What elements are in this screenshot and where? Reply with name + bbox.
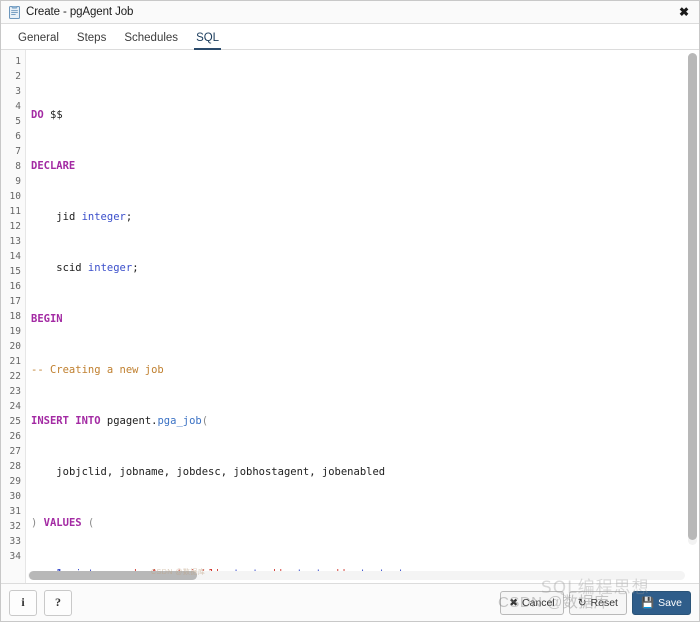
line-number: 3 <box>15 86 21 97</box>
line-number: 19 <box>9 326 21 337</box>
reset-button[interactable]: ↻ Reset <box>568 590 627 615</box>
line-number: 20 <box>9 341 21 352</box>
code-line: DECLARE <box>31 160 76 172</box>
line-number: 1 <box>15 56 21 67</box>
sql-editor-panel: 1 2 3 4 5 6 7 8 9 10 11 12 13 14 15 16 1… <box>1 50 699 583</box>
line-number: 18 <box>9 311 21 322</box>
line-number: 8 <box>15 161 21 172</box>
save-button-label: Save <box>658 596 682 609</box>
line-number: 24 <box>9 401 21 412</box>
dialog-titlebar: Create - pgAgent Job ✖ <box>1 1 699 24</box>
line-number: 31 <box>9 506 21 517</box>
cancel-button[interactable]: ✖ Cancel <box>500 590 564 615</box>
scrollbar-thumb[interactable] <box>688 53 697 540</box>
line-number: 12 <box>9 221 21 232</box>
line-number: 21 <box>9 356 21 367</box>
dialog-footer: i ? ✖ Cancel ↻ Reset 💾 Save <box>1 583 699 621</box>
line-number: 17 <box>9 296 21 307</box>
line-number: 14 <box>9 251 21 262</box>
create-pgagent-job-dialog: Create - pgAgent Job ✖ General Steps Sch… <box>0 0 700 622</box>
reset-icon: ↻ <box>577 596 587 609</box>
line-number: 25 <box>9 416 21 427</box>
line-number: 34 <box>9 551 21 562</box>
dialog-tabbar: General Steps Schedules SQL <box>1 24 699 50</box>
line-number: 32 <box>9 521 21 532</box>
line-number: 29 <box>9 476 21 487</box>
code-line: -- Creating a new job <box>31 364 164 376</box>
line-number: 28 <box>9 461 21 472</box>
editor-horizontal-scrollbar[interactable] <box>28 571 685 580</box>
line-number: 11 <box>9 206 21 217</box>
line-number: 30 <box>9 491 21 502</box>
line-number-gutter: 1 2 3 4 5 6 7 8 9 10 11 12 13 14 15 16 1… <box>1 50 26 583</box>
line-number: 26 <box>9 431 21 442</box>
line-number: 27 <box>9 446 21 457</box>
cancel-icon: ✖ <box>509 596 519 609</box>
line-number: 16 <box>9 281 21 292</box>
code-line: jid integer; <box>56 211 133 223</box>
document-icon <box>9 5 20 19</box>
help-button[interactable]: ? <box>44 589 72 616</box>
line-number: 15 <box>9 266 21 277</box>
line-number: 7 <box>15 146 21 157</box>
sql-editor[interactable]: 1 2 3 4 5 6 7 8 9 10 11 12 13 14 15 16 1… <box>1 50 699 583</box>
line-number: 5 <box>15 116 21 127</box>
code-line: INSERT INTO pgagent.pga_job( <box>31 415 209 427</box>
save-button[interactable]: 💾 Save <box>631 590 691 615</box>
line-number: 22 <box>9 371 21 382</box>
dialog-title: Create - pgAgent Job <box>26 6 134 18</box>
line-number: 33 <box>9 536 21 547</box>
code-line: BEGIN <box>31 313 63 325</box>
tab-steps[interactable]: Steps <box>68 31 115 49</box>
cancel-button-label: Cancel <box>522 596 555 609</box>
tab-schedules[interactable]: Schedules <box>115 31 187 49</box>
line-number: 9 <box>15 176 21 187</box>
code-line: ) VALUES ( <box>31 517 95 529</box>
tab-sql[interactable]: SQL <box>187 31 228 50</box>
editor-vertical-scrollbar[interactable] <box>688 53 697 545</box>
close-icon[interactable]: ✖ <box>677 5 691 19</box>
line-number: 13 <box>9 236 21 247</box>
footer-action-buttons: ✖ Cancel ↻ Reset 💾 Save <box>500 590 691 615</box>
line-number: 2 <box>15 71 21 82</box>
code-line: DO $$ <box>31 109 63 121</box>
save-icon: 💾 <box>640 597 655 609</box>
line-number: 6 <box>15 131 21 142</box>
code-line: scid integer; <box>56 262 139 274</box>
code-line: jobjclid, jobname, jobdesc, jobhostagent… <box>56 466 386 478</box>
tab-general[interactable]: General <box>9 31 68 49</box>
sql-code-content[interactable]: DO $$ DECLARE jid integer; scid integer;… <box>26 50 699 583</box>
reset-button-label: Reset <box>590 596 618 609</box>
info-button[interactable]: i <box>9 589 37 616</box>
line-number: 4 <box>15 101 21 112</box>
line-number: 10 <box>9 191 21 202</box>
scrollbar-thumb[interactable] <box>29 571 197 580</box>
line-number: 23 <box>9 386 21 397</box>
